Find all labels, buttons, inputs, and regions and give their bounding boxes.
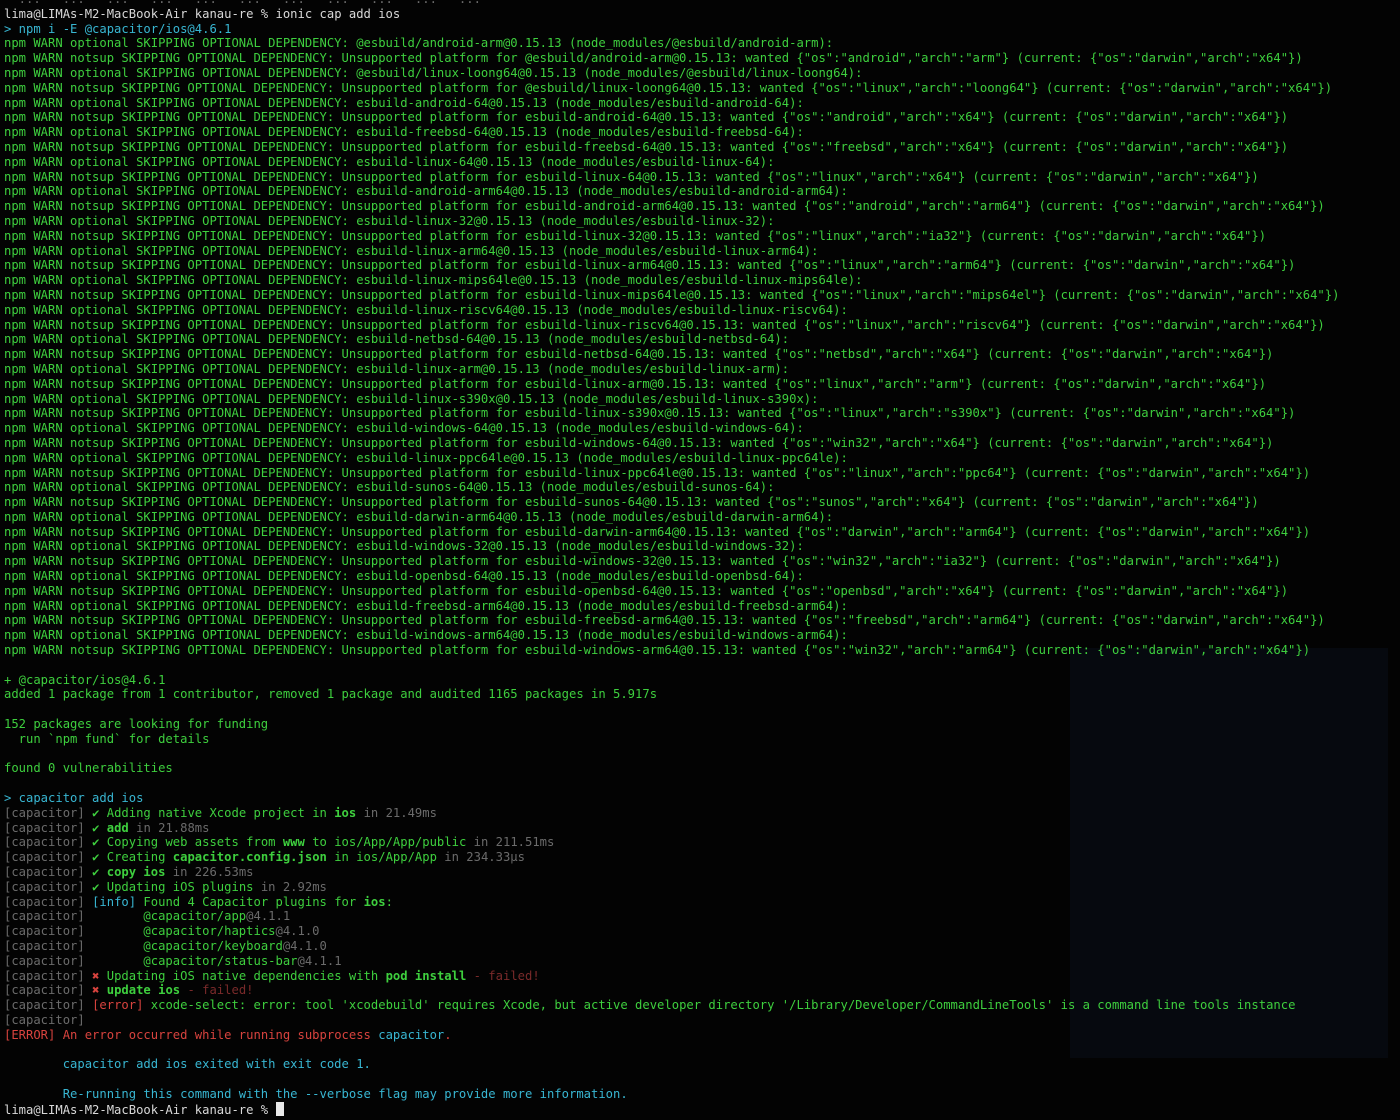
npm-warning-line: npm WARN notsup SKIPPING OPTIONAL DEPEND… [4, 287, 1340, 302]
capacitor-prefix: [capacitor] [4, 894, 85, 909]
npm-warning-line: npm WARN optional SKIPPING OPTIONAL DEPE… [4, 125, 804, 140]
npm-warning-list: npm WARN optional SKIPPING OPTIONAL DEPE… [4, 36, 1396, 657]
fund-hint-line: run `npm fund` for details [4, 731, 210, 746]
check-icon: ✔ [92, 865, 100, 880]
partial-previous-line: ... ... ... ... ... ... ... ... ... ... … [4, 0, 1396, 7]
npm-warning-line: npm WARN notsup SKIPPING OPTIONAL DEPEND… [4, 376, 1267, 391]
cap-line-create-config: [capacitor] ✔ Creating capacitor.config.… [4, 850, 525, 865]
cap-line-empty: [capacitor] [4, 1013, 1396, 1028]
npm-warning-line: npm WARN optional SKIPPING OPTIONAL DEPE… [4, 421, 804, 436]
cap-line-native-deps-failed: [capacitor] ✖ Updating iOS native depend… [4, 968, 540, 983]
capacitor-prefix: [capacitor] [4, 879, 85, 894]
npm-warning-line: npm WARN notsup SKIPPING OPTIONAL DEPEND… [4, 465, 1311, 480]
plugin-item: [capacitor] @capacitor/haptics@4.1.0 [4, 924, 320, 939]
plugin-item: [capacitor] @capacitor/keyboard@4.1.0 [4, 939, 327, 953]
npm-warning-line: npm WARN optional SKIPPING OPTIONAL DEPE… [4, 332, 790, 347]
capacitor-prefix: [capacitor] [4, 865, 85, 880]
verbose-hint-message: Re-running this command with the --verbo… [4, 1086, 628, 1101]
capacitor-prefix: [capacitor] [4, 805, 85, 820]
npm-warning-line: npm WARN optional SKIPPING OPTIONAL DEPE… [4, 184, 848, 199]
npm-warning-line: npm WARN notsup SKIPPING OPTIONAL DEPEND… [4, 435, 1274, 450]
npm-warning-line: npm WARN notsup SKIPPING OPTIONAL DEPEND… [4, 406, 1296, 421]
npm-warning-line: npm WARN optional SKIPPING OPTIONAL DEPE… [4, 628, 848, 643]
capacitor-prefix: [capacitor] [4, 983, 85, 998]
terminal-output: ... ... ... ... ... ... ... ... ... ... … [4, 0, 1396, 1117]
vulnerabilities-line: found 0 vulnerabilities [4, 761, 173, 776]
npm-warning-line: npm WARN optional SKIPPING OPTIONAL DEPE… [4, 213, 775, 228]
npm-warning-line: npm WARN optional SKIPPING OPTIONAL DEPE… [4, 36, 834, 51]
capacitor-prefix: [capacitor] [4, 820, 85, 835]
exit-code-message: capacitor add ios exited with exit code … [4, 1057, 371, 1072]
npm-warning-line: npm WARN optional SKIPPING OPTIONAL DEPE… [4, 302, 848, 317]
npm-warning-line: npm WARN notsup SKIPPING OPTIONAL DEPEND… [4, 169, 1259, 184]
text-cursor[interactable] [275, 1101, 284, 1116]
shell-prompt: lima@LIMAs-M2-MacBook-Air kanau-re % [4, 6, 276, 21]
terminal-window[interactable]: ... ... ... ... ... ... ... ... ... ... … [0, 0, 1400, 1120]
command-line: lima@LIMAs-M2-MacBook-Air kanau-re % ion… [4, 7, 1396, 22]
added-packages-line: added 1 package from 1 contributor, remo… [4, 687, 658, 702]
npm-warning-line: npm WARN notsup SKIPPING OPTIONAL DEPEND… [4, 110, 1289, 125]
cross-icon: ✖ [92, 983, 100, 998]
cap-line-copy-web-assets: [capacitor] ✔ Copying web assets from ww… [4, 835, 555, 850]
cap-line-native-project: [capacitor] ✔ Adding native Xcode projec… [4, 805, 437, 820]
final-error-line: [ERROR] An error occurred while running … [4, 1027, 452, 1042]
capacitor-prefix: [capacitor] [4, 909, 85, 924]
npm-warning-line: npm WARN notsup SKIPPING OPTIONAL DEPEND… [4, 554, 1281, 569]
npm-warning-line: npm WARN notsup SKIPPING OPTIONAL DEPEND… [4, 139, 1289, 154]
npm-warning-line: npm WARN optional SKIPPING OPTIONAL DEPE… [4, 154, 775, 169]
error-badge: [ERROR] [4, 1027, 56, 1042]
plugin-item: [capacitor] @capacitor/status-bar@4.1.1 [4, 953, 342, 968]
npm-warning-line: npm WARN notsup SKIPPING OPTIONAL DEPEND… [4, 51, 1303, 66]
capacitor-prefix: [capacitor] [4, 939, 85, 953]
cap-line-found-plugins: [capacitor] [info] Found 4 Capacitor plu… [4, 894, 393, 909]
plugin-item: [capacitor] @capacitor/app@4.1.1 [4, 909, 291, 924]
npm-warning-line: npm WARN notsup SKIPPING OPTIONAL DEPEND… [4, 317, 1325, 332]
npm-warning-line: npm WARN optional SKIPPING OPTIONAL DEPE… [4, 243, 819, 258]
npm-warning-line: npm WARN optional SKIPPING OPTIONAL DEPE… [4, 598, 848, 613]
npm-warning-line: npm WARN optional SKIPPING OPTIONAL DEPE… [4, 509, 834, 524]
capacitor-prefix: [capacitor] [4, 998, 85, 1013]
capacitor-prefix: [capacitor] [4, 953, 85, 968]
info-tag: [info] [92, 894, 137, 909]
npm-warning-line: npm WARN notsup SKIPPING OPTIONAL DEPEND… [4, 613, 1325, 628]
npm-warning-line: npm WARN notsup SKIPPING OPTIONAL DEPEND… [4, 524, 1311, 539]
capacitor-prefix: [capacitor] [4, 850, 85, 865]
capacitor-command: > capacitor add ios [4, 791, 144, 806]
npm-warning-line: npm WARN optional SKIPPING OPTIONAL DEPE… [4, 480, 775, 495]
npm-warning-line: npm WARN optional SKIPPING OPTIONAL DEPE… [4, 450, 848, 465]
npm-warning-line: npm WARN notsup SKIPPING OPTIONAL DEPEND… [4, 495, 1259, 510]
npm-warning-line: npm WARN optional SKIPPING OPTIONAL DEPE… [4, 361, 790, 376]
cap-line-add: [capacitor] ✔ add in 21.88ms [4, 820, 210, 835]
npm-warning-line: npm WARN optional SKIPPING OPTIONAL DEPE… [4, 65, 863, 80]
npm-warning-line: npm WARN optional SKIPPING OPTIONAL DEPE… [4, 273, 863, 288]
final-prompt-line[interactable]: lima@LIMAs-M2-MacBook-Air kanau-re % [4, 1101, 1396, 1117]
npm-warning-line: npm WARN notsup SKIPPING OPTIONAL DEPEND… [4, 643, 1311, 658]
npm-warning-line: npm WARN optional SKIPPING OPTIONAL DEPE… [4, 95, 804, 110]
error-tag: [error] [92, 998, 144, 1013]
installed-package-line: + @capacitor/ios@4.6.1 [4, 672, 166, 687]
npm-warning-line: npm WARN notsup SKIPPING OPTIONAL DEPEND… [4, 347, 1274, 362]
shell-command: ionic cap add ios [275, 6, 401, 21]
capacitor-prefix: [capacitor] [4, 968, 85, 983]
cap-line-update-ios-failed: [capacitor] ✖ update ios - failed! [4, 983, 254, 998]
npm-install-command: > npm i -E @capacitor/ios@4.6.1 [4, 21, 232, 36]
npm-warning-line: npm WARN optional SKIPPING OPTIONAL DEPE… [4, 391, 819, 406]
npm-warning-line: npm WARN notsup SKIPPING OPTIONAL DEPEND… [4, 199, 1325, 214]
capacitor-prefix: [capacitor] [4, 835, 85, 850]
check-icon: ✔ [92, 820, 100, 835]
funding-line: 152 packages are looking for funding [4, 717, 269, 732]
npm-warning-line: npm WARN notsup SKIPPING OPTIONAL DEPEND… [4, 228, 1267, 243]
capacitor-prefix: [capacitor] [4, 1012, 85, 1027]
cap-line-copy-ios: [capacitor] ✔ copy ios in 226.53ms [4, 865, 254, 880]
npm-warning-line: npm WARN notsup SKIPPING OPTIONAL DEPEND… [4, 80, 1333, 95]
cap-line-update-plugins: [capacitor] ✔ Updating iOS plugins in 2.… [4, 879, 327, 894]
cap-line-xcode-error: [capacitor] [error] xcode-select: error:… [4, 998, 1296, 1013]
npm-warning-line: npm WARN optional SKIPPING OPTIONAL DEPE… [4, 539, 804, 554]
capacitor-prefix: [capacitor] [4, 924, 85, 939]
npm-warning-line: npm WARN notsup SKIPPING OPTIONAL DEPEND… [4, 258, 1296, 273]
shell-prompt: lima@LIMAs-M2-MacBook-Air kanau-re % [4, 1102, 276, 1117]
npm-warning-line: npm WARN optional SKIPPING OPTIONAL DEPE… [4, 569, 804, 584]
npm-warning-line: npm WARN notsup SKIPPING OPTIONAL DEPEND… [4, 583, 1289, 598]
